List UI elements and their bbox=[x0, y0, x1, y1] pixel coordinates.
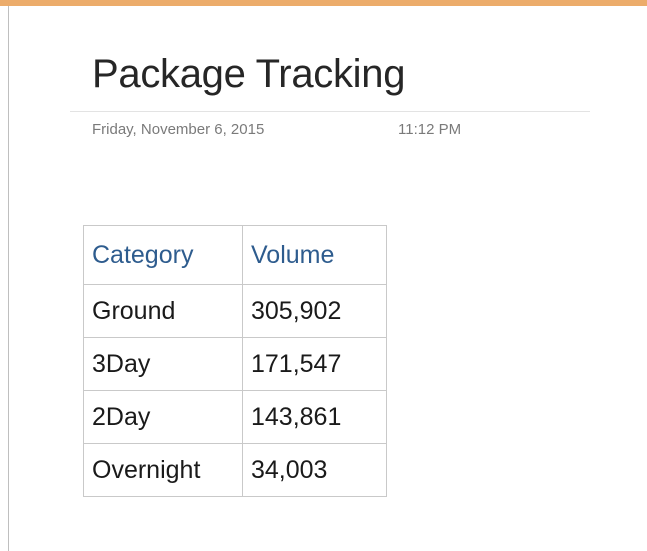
table-row: Ground 305,902 bbox=[83, 284, 387, 338]
page-date: Friday, November 6, 2015 bbox=[92, 121, 265, 138]
table-cell-category[interactable]: Ground bbox=[83, 284, 243, 338]
table-cell-category[interactable]: 2Day bbox=[83, 390, 243, 444]
column-header-volume[interactable]: Volume bbox=[242, 225, 387, 285]
table-cell-volume[interactable]: 34,003 bbox=[242, 443, 387, 497]
accent-bar bbox=[0, 0, 647, 6]
page-title[interactable]: Package Tracking bbox=[92, 52, 405, 96]
table-cell-category[interactable]: Overnight bbox=[83, 443, 243, 497]
table-row: 2Day 143,861 bbox=[83, 390, 387, 444]
table-row: Overnight 34,003 bbox=[83, 443, 387, 497]
data-table: Category Volume Ground 305,902 3Day 171,… bbox=[83, 225, 387, 497]
table-cell-category[interactable]: 3Day bbox=[83, 337, 243, 391]
table-cell-volume[interactable]: 171,547 bbox=[242, 337, 387, 391]
table-cell-volume[interactable]: 143,861 bbox=[242, 390, 387, 444]
table-row: 3Day 171,547 bbox=[83, 337, 387, 391]
column-header-category[interactable]: Category bbox=[83, 225, 243, 285]
table-header-row: Category Volume bbox=[83, 225, 387, 285]
page-time: 11:12 PM bbox=[398, 121, 462, 138]
table-cell-volume[interactable]: 305,902 bbox=[242, 284, 387, 338]
title-divider bbox=[70, 111, 590, 112]
page-left-border bbox=[8, 6, 9, 551]
